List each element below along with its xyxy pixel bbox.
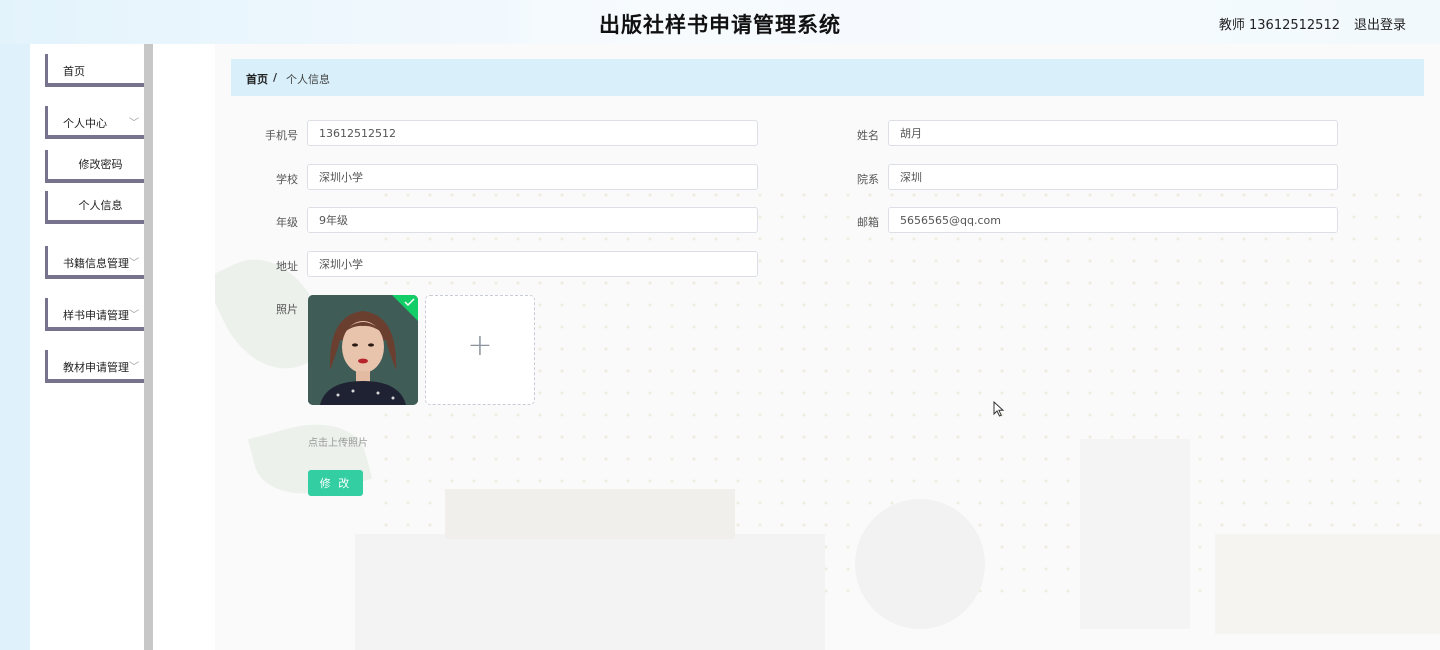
current-user: 教师 13612512512 (1218, 18, 1340, 33)
school-field[interactable]: 深圳小学 (307, 164, 758, 190)
name-field[interactable]: 胡月 (888, 120, 1338, 146)
school-label: 学校 (276, 173, 298, 186)
plus-icon: + (467, 328, 493, 363)
sidebar-scrollbar[interactable] (144, 44, 153, 650)
phone-field[interactable]: 13612512512 (307, 120, 758, 146)
chevron-down-icon: ﹀ (129, 310, 139, 321)
sidebar-item-book-info[interactable]: 书籍信息管理 ﹀ (45, 246, 153, 279)
cylinder-decoration (1080, 439, 1190, 629)
address-label: 地址 (276, 260, 298, 273)
department-field[interactable]: 深圳 (888, 164, 1338, 190)
top-header: 出版社样书申请管理系统 教师 13612512512 退出登录 (0, 0, 1440, 44)
chevron-down-icon: ﹀ (129, 118, 139, 129)
email-field[interactable]: 5656565@qq.com (888, 207, 1338, 233)
sidebar-edge (0, 44, 30, 650)
breadcrumb-separator: / (273, 71, 278, 84)
chevron-down-icon: ﹀ (129, 258, 139, 269)
content-gutter (153, 44, 215, 650)
email-label: 邮箱 (857, 216, 879, 229)
upload-hint: 点击上传照片 (308, 438, 368, 449)
sidebar-subitem-change-password[interactable]: 修改密码 (45, 150, 157, 183)
chevron-down-icon: ﹀ (129, 362, 139, 373)
modify-button[interactable]: 修 改 (308, 470, 363, 496)
roll-decoration (855, 499, 985, 629)
sidebar-item-home[interactable]: 首页 (45, 54, 153, 87)
photo-upload-button[interactable]: + (425, 295, 535, 405)
sidebar-item-label: 个人中心 (63, 117, 107, 130)
phone-label: 手机号 (265, 129, 298, 142)
sidebar-item-label: 教材申请管理 (63, 361, 129, 374)
check-icon (392, 295, 418, 321)
sidebar-item-sample-request[interactable]: 样书申请管理 ﹀ (45, 298, 153, 331)
book-decoration (445, 489, 735, 539)
uploaded-photo[interactable] (308, 295, 418, 405)
sidebar-item-label: 首页 (63, 65, 85, 78)
breadcrumb-current: 个人信息 (286, 73, 330, 86)
sidebar-item-textbook-request[interactable]: 教材申请管理 ﹀ (45, 350, 153, 383)
sidebar-item-personal-center[interactable]: 个人中心 ﹀ (45, 106, 153, 139)
sidebar: 首页 个人中心 ﹀ 修改密码 个人信息 书籍信息管理 ﹀ 样书申请管理 ﹀ 教材… (30, 44, 157, 650)
name-label: 姓名 (857, 129, 879, 142)
sidebar-item-label: 样书申请管理 (63, 309, 129, 322)
grade-field[interactable]: 9年级 (307, 207, 758, 233)
logout-link[interactable]: 退出登录 (1354, 14, 1406, 33)
breadcrumb-home[interactable]: 首页 (246, 71, 268, 87)
address-field[interactable]: 深圳小学 (307, 251, 758, 277)
grade-label: 年级 (276, 216, 298, 229)
box-decoration (1215, 534, 1440, 634)
sidebar-subitem-personal-info[interactable]: 个人信息 (45, 191, 157, 224)
sidebar-item-label: 书籍信息管理 (63, 257, 129, 270)
department-label: 院系 (857, 173, 879, 186)
breadcrumb: 首页 / 个人信息 (231, 59, 1424, 96)
cursor-icon (993, 401, 1005, 417)
photo-label: 照片 (276, 303, 298, 316)
book-stack-decoration (355, 534, 825, 650)
